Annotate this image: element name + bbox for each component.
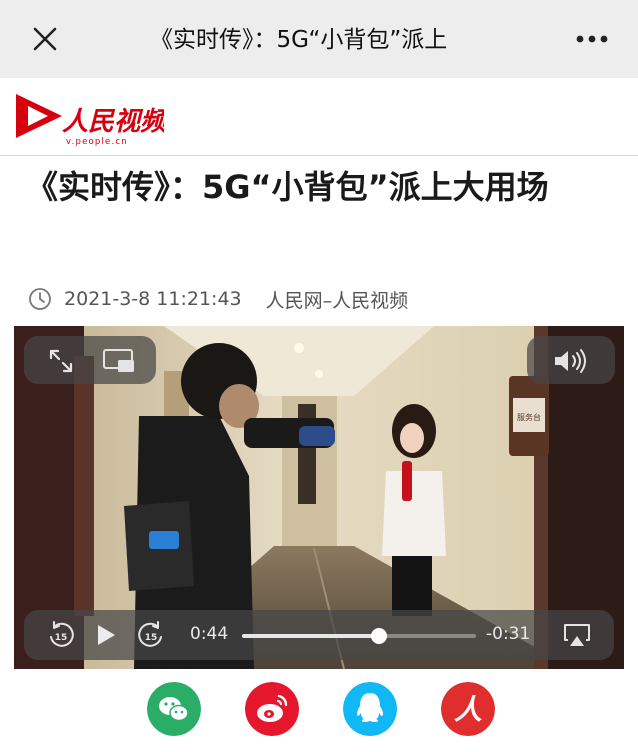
top-navbar: 《实时传》：5G“小背包”派上 — [0, 0, 638, 78]
page-title: 《实时传》：5G“小背包”派上 — [150, 27, 448, 53]
play-icon[interactable] — [94, 622, 118, 648]
skip-forward-15-icon[interactable]: 15 — [136, 620, 166, 650]
video-player[interactable]: 服务台 15 15 0:44 -0:31 — [14, 326, 624, 669]
speaker-volume-icon[interactable] — [553, 348, 591, 374]
skip-back-15-icon[interactable]: 15 — [46, 620, 76, 650]
article-headline: 《实时传》：5G“小背包”派上大用场 — [26, 168, 549, 206]
svg-text:v.people.cn: v.people.cn — [66, 137, 128, 146]
svg-text:15: 15 — [55, 633, 68, 643]
brand-header: 人民视频 v.people.cn — [0, 78, 638, 156]
wechat-icon[interactable] — [147, 682, 201, 736]
clock-icon — [29, 288, 51, 310]
seek-bar-knob[interactable] — [371, 628, 388, 644]
people-video-logo[interactable]: 人民视频 v.people.cn — [14, 90, 164, 146]
expand-arrows-icon[interactable] — [48, 348, 74, 374]
qq-icon[interactable] — [343, 682, 397, 736]
people-daily-icon[interactable]: 人 — [441, 682, 495, 736]
article-meta: 2021-3-8 11:21:43 人民网–人民视频 — [28, 284, 408, 314]
svg-text:人民视频: 人民视频 — [62, 107, 164, 137]
publish-date: 2021-3-8 11:21:43 — [64, 288, 242, 310]
svg-text:服务台: 服务台 — [517, 412, 541, 422]
elapsed-time: 0:44 — [190, 624, 229, 644]
more-dots-icon[interactable] — [572, 24, 612, 54]
close-icon[interactable] — [30, 24, 60, 54]
video-top-left-controls — [24, 336, 156, 384]
seek-bar[interactable] — [242, 628, 476, 644]
share-buttons: 人 — [0, 682, 638, 742]
video-playback-bar: 15 15 0:44 -0:31 — [24, 610, 614, 660]
picture-in-picture-icon[interactable] — [102, 348, 136, 374]
seek-bar-progress — [242, 634, 380, 638]
video-volume-control — [527, 336, 615, 384]
airplay-icon[interactable] — [562, 622, 592, 648]
article-source[interactable]: 人民网–人民视频 — [266, 286, 409, 313]
weibo-icon[interactable] — [245, 682, 299, 736]
remaining-time: -0:31 — [486, 624, 531, 644]
svg-text:15: 15 — [145, 633, 158, 643]
svg-text:人: 人 — [454, 693, 482, 726]
